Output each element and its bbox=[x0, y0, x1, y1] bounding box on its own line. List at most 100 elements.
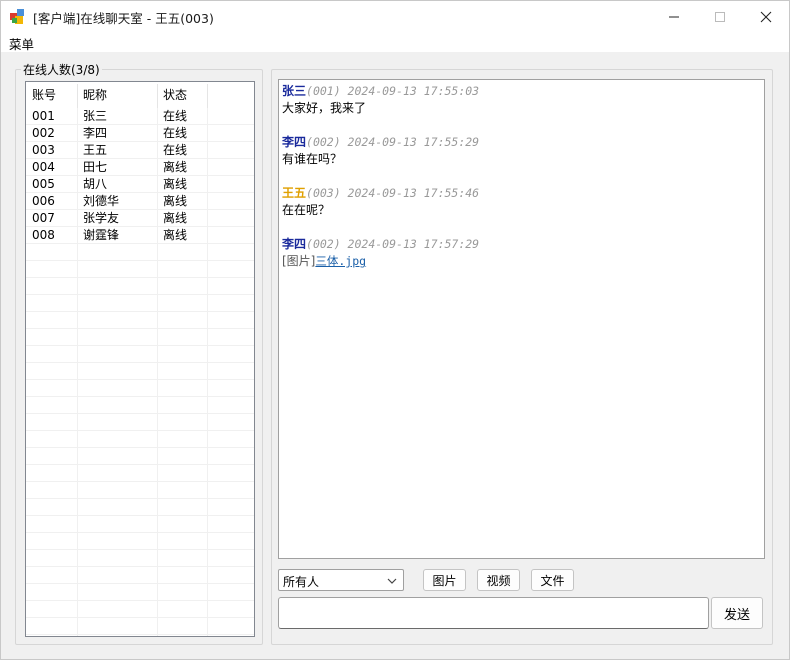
send-video-button[interactable]: 视频 bbox=[477, 569, 520, 591]
status-cell: 在线 bbox=[163, 109, 188, 123]
send-button[interactable]: 发送 bbox=[711, 597, 763, 629]
minimize-icon bbox=[669, 16, 679, 17]
account-cell: 008 bbox=[32, 228, 55, 242]
minimize-button[interactable] bbox=[651, 1, 697, 32]
empty-row bbox=[26, 601, 254, 618]
message-header: 李四(002) 2024-09-13 17:55:29 bbox=[282, 134, 479, 151]
status-cell: 离线 bbox=[163, 228, 188, 242]
nickname-cell: 王五 bbox=[83, 143, 108, 157]
nickname-cell: 胡八 bbox=[83, 177, 108, 191]
online-count-label: 在线人数(3/8) bbox=[21, 61, 102, 78]
empty-row bbox=[26, 567, 254, 584]
user-row[interactable]: 004 田七 离线 bbox=[26, 159, 254, 176]
column-header-nickname[interactable]: 昵称 bbox=[77, 82, 157, 108]
account-cell: 005 bbox=[32, 177, 55, 191]
user-row[interactable]: 002 李四 在线 bbox=[26, 125, 254, 142]
message-header: 李四(002) 2024-09-13 17:57:29 bbox=[282, 236, 479, 253]
sender-name: 李四 bbox=[282, 135, 307, 149]
account-cell: 002 bbox=[32, 126, 55, 140]
message-header: 张三(001) 2024-09-13 17:55:03 bbox=[282, 83, 479, 100]
empty-row bbox=[26, 261, 254, 278]
chat-message: 李四(002) 2024-09-13 17:57:29 [图片]三体.jpg bbox=[282, 236, 479, 270]
account-cell: 006 bbox=[32, 194, 55, 208]
sender-name: 张三 bbox=[282, 84, 307, 98]
empty-row bbox=[26, 346, 254, 363]
menu-bar: 菜单 bbox=[1, 32, 789, 52]
nickname-cell: 张学友 bbox=[83, 211, 120, 225]
user-row[interactable]: 001 张三 在线 bbox=[26, 108, 254, 125]
chat-message: 王五(003) 2024-09-13 17:55:46 在在呢？ bbox=[282, 185, 479, 219]
empty-row bbox=[26, 448, 254, 465]
empty-row bbox=[26, 278, 254, 295]
column-divider[interactable] bbox=[207, 84, 208, 108]
empty-row bbox=[26, 431, 254, 448]
nickname-cell: 张三 bbox=[83, 109, 108, 123]
empty-row bbox=[26, 550, 254, 567]
message-meta: (002) 2024-09-13 17:57:29 bbox=[306, 237, 480, 251]
message-image: [图片]三体.jpg bbox=[282, 253, 479, 270]
message-text: 在在呢？ bbox=[282, 203, 331, 217]
empty-row bbox=[26, 380, 254, 397]
nickname-cell: 谢霆锋 bbox=[83, 228, 120, 242]
chat-client-window: [客户端]在线聊天室 - 王五(003) 菜单 在线人数(3/8) 账号 昵称 … bbox=[0, 0, 790, 660]
user-list[interactable]: 账号 昵称 状态 001 张三 在线 002 李四 在线 003 王五 在线 004 田七 离线… bbox=[25, 81, 255, 637]
status-cell: 离线 bbox=[163, 194, 188, 208]
status-cell: 在线 bbox=[163, 126, 188, 140]
close-button[interactable] bbox=[743, 1, 789, 32]
empty-row bbox=[26, 363, 254, 380]
empty-row bbox=[26, 499, 254, 516]
account-cell: 003 bbox=[32, 143, 55, 157]
column-header-account[interactable]: 账号 bbox=[26, 82, 77, 108]
empty-row bbox=[26, 329, 254, 346]
close-icon bbox=[760, 11, 772, 22]
chevron-down-icon bbox=[387, 578, 397, 584]
message-header: 王五(003) 2024-09-13 17:55:46 bbox=[282, 185, 479, 202]
account-cell: 007 bbox=[32, 211, 55, 225]
user-list-body: 001 张三 在线 002 李四 在线 003 王五 在线 004 田七 离线 005 胡八 离线 … bbox=[26, 108, 254, 635]
empty-row bbox=[26, 482, 254, 499]
status-cell: 离线 bbox=[163, 177, 188, 191]
window-title: [客户端]在线聊天室 - 王五(003) bbox=[33, 11, 214, 26]
user-row[interactable]: 003 王五 在线 bbox=[26, 142, 254, 159]
maximize-button[interactable] bbox=[697, 1, 743, 32]
title-bar[interactable]: [客户端]在线聊天室 - 王五(003) bbox=[1, 1, 789, 32]
account-cell: 004 bbox=[32, 160, 55, 174]
chat-history[interactable]: 张三(001) 2024-09-13 17:55:03 大家好，我来了 李四(0… bbox=[278, 79, 765, 559]
app-icon bbox=[10, 9, 24, 24]
nickname-cell: 田七 bbox=[83, 160, 108, 174]
empty-row bbox=[26, 516, 254, 533]
menu-item-main[interactable]: 菜单 bbox=[9, 34, 34, 53]
message-meta: (002) 2024-09-13 17:55:29 bbox=[306, 135, 480, 149]
send-image-button[interactable]: 图片 bbox=[423, 569, 466, 591]
user-row[interactable]: 008 谢霆锋 离线 bbox=[26, 227, 254, 244]
status-cell: 离线 bbox=[163, 160, 188, 174]
message-text: 有谁在吗？ bbox=[282, 152, 343, 166]
empty-row bbox=[26, 397, 254, 414]
nickname-cell: 刘德华 bbox=[83, 194, 120, 208]
column-header-status[interactable]: 状态 bbox=[157, 82, 207, 108]
user-row[interactable]: 007 张学友 离线 bbox=[26, 210, 254, 227]
chat-message: 张三(001) 2024-09-13 17:55:03 大家好，我来了 bbox=[282, 83, 479, 117]
message-input[interactable] bbox=[278, 597, 709, 629]
send-file-button[interactable]: 文件 bbox=[531, 569, 574, 591]
recipient-value: 所有人 bbox=[283, 575, 320, 589]
empty-row bbox=[26, 244, 254, 261]
message-text: 大家好，我来了 bbox=[282, 101, 367, 115]
sender-name: 王五 bbox=[282, 186, 307, 200]
empty-row bbox=[26, 465, 254, 482]
status-cell: 在线 bbox=[163, 143, 188, 157]
maximize-icon bbox=[715, 11, 725, 22]
account-cell: 001 bbox=[32, 109, 55, 123]
empty-row bbox=[26, 414, 254, 431]
user-row[interactable]: 006 刘德华 离线 bbox=[26, 193, 254, 210]
empty-row bbox=[26, 584, 254, 601]
recipient-select[interactable]: 所有人 bbox=[278, 569, 404, 591]
user-list-header: 账号 昵称 状态 bbox=[26, 82, 254, 108]
empty-row bbox=[26, 295, 254, 312]
image-link[interactable]: 三体.jpg bbox=[315, 254, 366, 268]
message-meta: (003) 2024-09-13 17:55:46 bbox=[306, 186, 480, 200]
empty-row bbox=[26, 618, 254, 635]
sender-name: 李四 bbox=[282, 237, 307, 251]
user-row[interactable]: 005 胡八 离线 bbox=[26, 176, 254, 193]
empty-row bbox=[26, 312, 254, 329]
